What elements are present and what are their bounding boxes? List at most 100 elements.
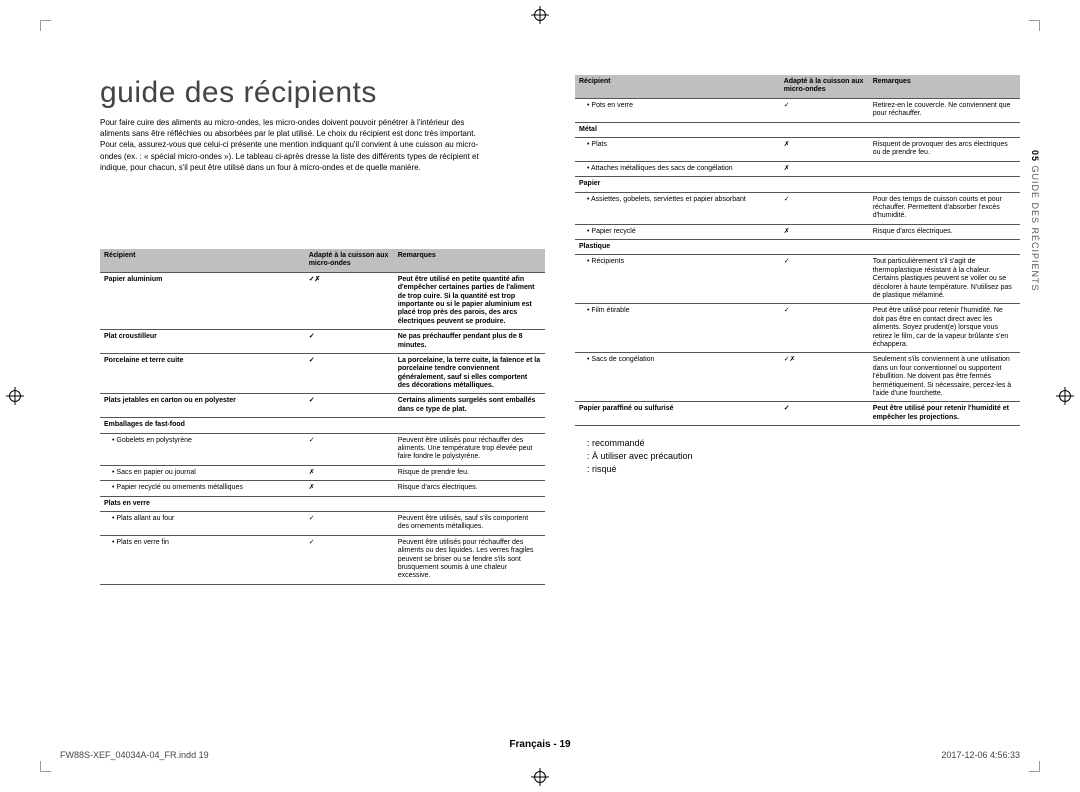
footer-filename: FW88S-XEF_04034A-04_FR.indd 19 bbox=[60, 750, 209, 760]
th-recipient: Récipient bbox=[100, 249, 305, 272]
cell-remarks: Risque de prendre feu. bbox=[394, 465, 545, 480]
cell-suitable: ✗ bbox=[780, 224, 869, 239]
cell-suitable bbox=[305, 496, 394, 511]
cell-remarks bbox=[869, 177, 1020, 192]
th-remarks: Remarques bbox=[869, 75, 1020, 98]
cell-recipient: • Gobelets en polystyrène bbox=[100, 433, 305, 465]
cell-recipient: • Plats allant au four bbox=[100, 511, 305, 535]
cell-remarks: Risquent de provoquer des arcs électriqu… bbox=[869, 137, 1020, 161]
cell-suitable: ✓✗ bbox=[780, 353, 869, 402]
cookware-table-right: Récipient Adapté à la cuisson aux micro-… bbox=[575, 75, 1020, 426]
cell-suitable: ✓ bbox=[780, 304, 869, 353]
side-chapter-label: 05 GUIDE DES RÉCIPIENTS bbox=[1030, 150, 1040, 292]
page-title: guide des récipients bbox=[100, 75, 545, 111]
cell-remarks bbox=[394, 496, 545, 511]
cell-suitable: ✓ bbox=[780, 192, 869, 224]
chapter-title: GUIDE DES RÉCIPIENTS bbox=[1030, 166, 1040, 292]
content-area: guide des récipients Pour faire cuire de… bbox=[100, 75, 1020, 732]
table-row: • Gobelets en polystyrène✓Peuvent être u… bbox=[100, 433, 545, 465]
cell-suitable: ✓ bbox=[780, 255, 869, 304]
cell-remarks: Ne pas préchauffer pendant plus de 8 min… bbox=[394, 330, 545, 354]
cell-recipient: • Film étirable bbox=[575, 304, 780, 353]
cell-suitable bbox=[305, 418, 394, 433]
left-column: guide des récipients Pour faire cuire de… bbox=[100, 75, 545, 585]
table-row: • Assiettes, gobelets, serviettes et pap… bbox=[575, 192, 1020, 224]
cell-suitable: ✓ bbox=[305, 511, 394, 535]
chapter-number: 05 bbox=[1030, 150, 1040, 162]
cell-recipient: Plastique bbox=[575, 240, 780, 255]
cell-remarks: La porcelaine, la terre cuite, la faïenc… bbox=[394, 353, 545, 394]
table-row: Plats en verre bbox=[100, 496, 545, 511]
table-row: • Papier recyclé✗Risque d'arcs électriqu… bbox=[575, 224, 1020, 239]
cell-remarks: Retirez-en le couvercle. Ne conviennent … bbox=[869, 98, 1020, 122]
table-row: • Film étirable✓Peut être utilisé pour r… bbox=[575, 304, 1020, 353]
cell-remarks bbox=[869, 161, 1020, 176]
cell-remarks: Pour des temps de cuisson courts et pour… bbox=[869, 192, 1020, 224]
table-row: • Récipients✓Tout particulièrement s'il … bbox=[575, 255, 1020, 304]
cell-recipient: • Plats bbox=[575, 137, 780, 161]
table-row: Papier paraffiné ou sulfurisé✓Peut être … bbox=[575, 402, 1020, 426]
cell-suitable bbox=[780, 240, 869, 255]
crop-mark bbox=[1029, 20, 1040, 31]
cell-recipient: • Sacs en papier ou journal bbox=[100, 465, 305, 480]
cell-remarks: Peuvent être utilisés, sauf s'ils compor… bbox=[394, 511, 545, 535]
cell-recipient: Plat croustilleur bbox=[100, 330, 305, 354]
cell-remarks: Peuvent être utilisés pour réchauffer de… bbox=[394, 535, 545, 584]
th-suitable: Adapté à la cuisson aux micro-ondes bbox=[780, 75, 869, 98]
cell-suitable: ✓ bbox=[305, 433, 394, 465]
cell-remarks bbox=[869, 122, 1020, 137]
page: 05 GUIDE DES RÉCIPIENTS guide des récipi… bbox=[0, 0, 1080, 792]
cell-remarks: Peut être utilisé en petite quantité afi… bbox=[394, 272, 545, 329]
intro-text: Pour faire cuire des aliments au micro-o… bbox=[100, 117, 480, 237]
cell-recipient: Métal bbox=[575, 122, 780, 137]
cell-recipient: • Pots en verre bbox=[575, 98, 780, 122]
cell-recipient: • Papier recyclé bbox=[575, 224, 780, 239]
th-suitable: Adapté à la cuisson aux micro-ondes bbox=[305, 249, 394, 272]
table-row: Papier bbox=[575, 177, 1020, 192]
cell-suitable: ✓✗ bbox=[305, 272, 394, 329]
table-row: • Plats en verre fin✓Peuvent être utilis… bbox=[100, 535, 545, 584]
table-row: • Pots en verre✓Retirez-en le couvercle.… bbox=[575, 98, 1020, 122]
table-row: Papier aluminium✓✗Peut être utilisé en p… bbox=[100, 272, 545, 329]
footer-timestamp: 2017-12-06 4:56:33 bbox=[941, 750, 1020, 760]
cell-remarks: Risque d'arcs électriques. bbox=[869, 224, 1020, 239]
cell-remarks: Certains aliments surgelés sont emballés… bbox=[394, 394, 545, 418]
cell-recipient: Porcelaine et terre cuite bbox=[100, 353, 305, 394]
cell-suitable: ✓ bbox=[780, 402, 869, 426]
cell-suitable bbox=[780, 122, 869, 137]
cell-recipient: Papier paraffiné ou sulfurisé bbox=[575, 402, 780, 426]
crop-mark bbox=[40, 761, 51, 772]
table-row: • Plats✗Risquent de provoquer des arcs é… bbox=[575, 137, 1020, 161]
cell-remarks: Peut être utilisé pour retenir l'humidit… bbox=[869, 304, 1020, 353]
cell-recipient: • Attaches métalliques des sacs de congé… bbox=[575, 161, 780, 176]
th-recipient: Récipient bbox=[575, 75, 780, 98]
cell-suitable: ✗ bbox=[780, 161, 869, 176]
cell-remarks: Peuvent être utilisés pour réchauffer de… bbox=[394, 433, 545, 465]
cell-suitable: ✓ bbox=[305, 330, 394, 354]
cell-recipient: • Papier recyclé ou ornements métallique… bbox=[100, 481, 305, 496]
crop-mark bbox=[1029, 761, 1040, 772]
table-row: • Attaches métalliques des sacs de congé… bbox=[575, 161, 1020, 176]
cell-remarks: Peut être utilisé pour retenir l'humidit… bbox=[869, 402, 1020, 426]
cell-remarks: Risque d'arcs électriques. bbox=[394, 481, 545, 496]
registration-mark-icon bbox=[6, 387, 24, 405]
cell-recipient: Papier bbox=[575, 177, 780, 192]
table-row: Porcelaine et terre cuite✓La porcelaine,… bbox=[100, 353, 545, 394]
cell-recipient: Papier aluminium bbox=[100, 272, 305, 329]
cell-remarks: Seulement s'ils conviennent à une utilis… bbox=[869, 353, 1020, 402]
registration-mark-icon bbox=[531, 6, 549, 24]
registration-mark-icon bbox=[1056, 387, 1074, 405]
cell-suitable: ✗ bbox=[780, 137, 869, 161]
table-row: Métal bbox=[575, 122, 1020, 137]
table-row: Plastique bbox=[575, 240, 1020, 255]
table-row: • Papier recyclé ou ornements métallique… bbox=[100, 481, 545, 496]
cell-suitable bbox=[780, 177, 869, 192]
cell-suitable: ✓ bbox=[305, 394, 394, 418]
footer-page-label: Français - 19 bbox=[509, 739, 570, 750]
cell-suitable: ✓ bbox=[305, 353, 394, 394]
cell-suitable: ✗ bbox=[305, 481, 394, 496]
cell-recipient: • Récipients bbox=[575, 255, 780, 304]
table-row: • Plats allant au four✓Peuvent être util… bbox=[100, 511, 545, 535]
table-row: Emballages de fast-food bbox=[100, 418, 545, 433]
legend-risky: : risqué bbox=[587, 464, 1020, 475]
